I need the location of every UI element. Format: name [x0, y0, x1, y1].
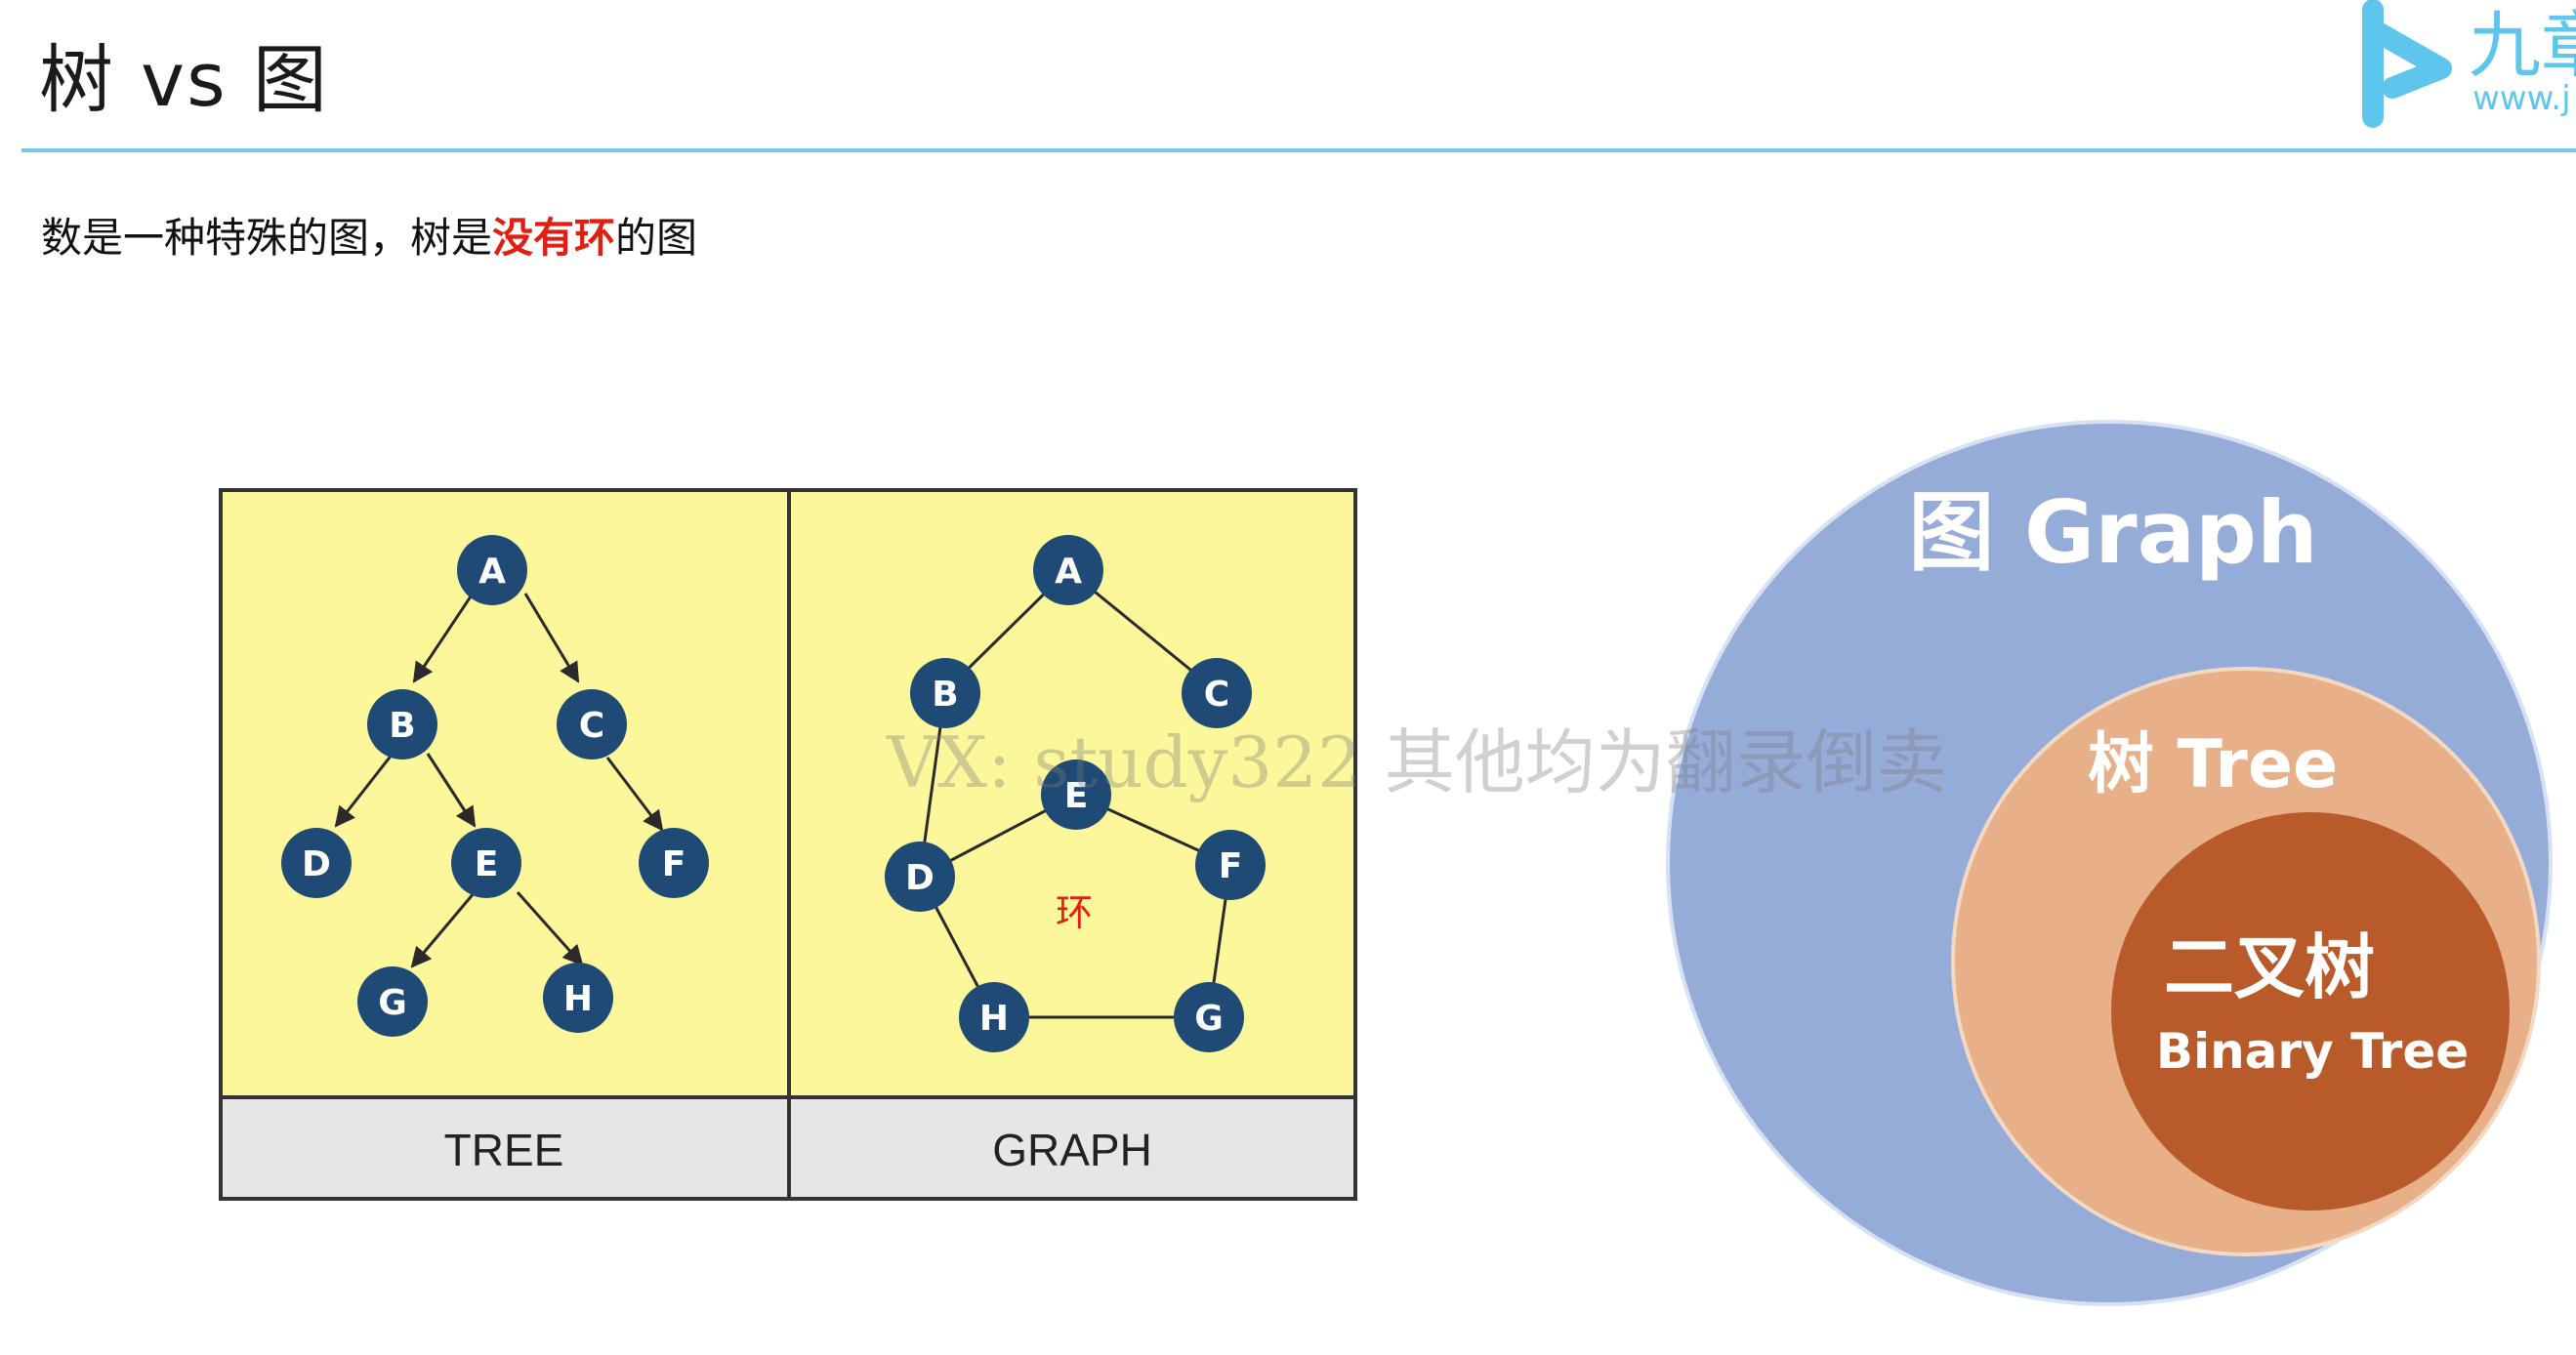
graph-caption: GRAPH: [992, 1125, 1152, 1175]
svg-text:A: A: [1055, 552, 1082, 592]
svg-text:B: B: [932, 675, 958, 715]
tree-node-f: F: [639, 828, 709, 898]
title-divider: [21, 148, 2576, 152]
tree-node-e: E: [451, 828, 521, 898]
logo-url: www.j: [2472, 79, 2571, 118]
graph-node-d: D: [885, 842, 955, 912]
svg-text:C: C: [579, 706, 604, 746]
graph-node-h: H: [959, 982, 1029, 1052]
svg-text:D: D: [302, 844, 331, 884]
cycle-label: 环: [1056, 891, 1093, 934]
svg-text:E: E: [475, 844, 499, 884]
tree-node-h: H: [543, 963, 613, 1033]
graph-label: 图 Graph: [1908, 482, 2317, 583]
tree-node-c: C: [557, 689, 627, 760]
svg-text:D: D: [905, 858, 935, 898]
svg-text:A: A: [478, 552, 506, 592]
svg-text:C: C: [1204, 675, 1229, 715]
venn-diagram: 图 Graph 树 Tree 二叉树 Binary Tree: [1660, 420, 2576, 1318]
tree-node-g: G: [357, 966, 428, 1037]
graph-node-b: B: [910, 658, 980, 728]
svg-text:G: G: [378, 983, 407, 1023]
logo-text: 九章: [2469, 4, 2576, 88]
tree-node-d: D: [281, 828, 352, 898]
graph-node-c: C: [1182, 658, 1252, 728]
tree-node-a: A: [457, 535, 527, 605]
svg-text:H: H: [979, 999, 1009, 1039]
tree-vs-graph-figure: A B C D E F G H A B C E D F H G 环 TREE G…: [219, 488, 1357, 1201]
svg-text:B: B: [389, 706, 415, 746]
graph-node-f: F: [1195, 830, 1266, 900]
graph-node-g: G: [1174, 982, 1244, 1052]
binary-tree-label-cn: 二叉树: [2164, 926, 2375, 1008]
binary-tree-label-en: Binary Tree: [2156, 1023, 2469, 1080]
svg-text:G: G: [1194, 999, 1224, 1039]
binary-tree-circle: [2111, 812, 2510, 1211]
tree-node-b: B: [367, 689, 437, 760]
svg-text:H: H: [563, 979, 593, 1019]
svg-text:F: F: [662, 844, 686, 884]
subtitle-suffix: 的图: [615, 214, 698, 262]
subtitle: 数是一种特殊的图，树是没有环的图: [41, 205, 697, 265]
tree-caption: TREE: [444, 1125, 564, 1175]
svg-text:F: F: [1219, 846, 1243, 886]
subtitle-highlight: 没有环: [492, 214, 616, 262]
graph-node-a: A: [1033, 535, 1103, 605]
page-title: 树 vs 图: [39, 36, 329, 123]
svg-text:E: E: [1064, 776, 1089, 816]
subtitle-prefix: 数是一种特殊的图，树是: [41, 214, 493, 262]
tree-label: 树 Tree: [2088, 726, 2338, 803]
company-logo: 九章 www.j: [2305, 0, 2576, 137]
graph-node-e: E: [1041, 760, 1111, 830]
